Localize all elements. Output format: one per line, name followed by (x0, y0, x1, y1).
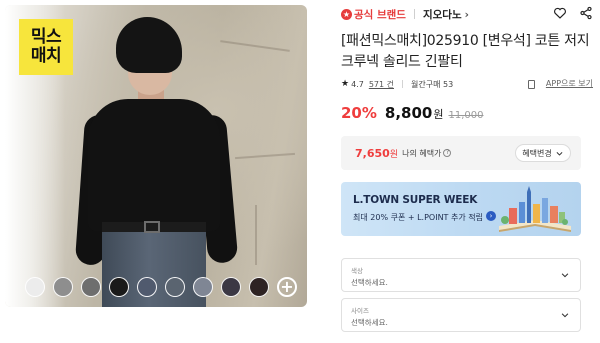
chevron-down-icon (561, 273, 569, 278)
original-price: 11,000 (448, 110, 484, 121)
official-brand-icon: ★ (341, 8, 352, 20)
color-swatch-4[interactable] (109, 277, 129, 297)
color-swatch-6[interactable] (165, 277, 185, 297)
color-swatch-8[interactable] (221, 277, 241, 297)
banner-subtitle: 최대 20% 쿠폰 + L.POINT 추가 적립 (353, 213, 483, 222)
size-select[interactable]: 사이즈 선택하세요. (341, 298, 581, 332)
my-benefit-box: 7,650 원 나의 혜택가 ? 혜택변경 (341, 136, 581, 170)
divider (413, 9, 415, 19)
size-select-value: 선택하세요. (351, 318, 388, 327)
review-count-link[interactable]: 571 건 (369, 79, 394, 90)
top-actions (553, 6, 593, 20)
monthly-sales: 월간구매 53 (411, 79, 454, 89)
change-benefit-label: 혜택변경 (522, 148, 552, 158)
benefit-price: 7,650 (355, 146, 390, 160)
store-name: 지오다노 (422, 8, 462, 21)
change-benefit-button[interactable]: 혜택변경 (515, 144, 571, 162)
size-select-label: 사이즈 (351, 307, 369, 315)
star-icon: ★ (341, 79, 350, 89)
brand-row: ★ 공식 브랜드 지오다노 › (341, 6, 593, 22)
color-select-label: 색상 (351, 267, 363, 275)
share-icon[interactable] (579, 6, 593, 20)
discount-rate: 20% (341, 104, 377, 122)
color-swatches: + (25, 277, 297, 297)
color-swatch-5[interactable] (137, 277, 157, 297)
mix-match-badge: 믹스 매치 (19, 19, 73, 75)
price-row: 20% 8,800 원 11,000 (341, 104, 483, 122)
chevron-down-icon (556, 151, 563, 156)
color-select[interactable]: 색상 선택하세요. (341, 258, 581, 292)
view-in-app-link[interactable]: APP으로 보기 (546, 78, 593, 89)
model-buckle (144, 221, 160, 233)
product-image[interactable]: 믹스 매치 + (5, 5, 307, 307)
heart-icon[interactable] (553, 6, 567, 20)
badge-line-1: 믹스 (30, 27, 62, 47)
city-book-illustration (499, 186, 571, 232)
color-swatch-3[interactable] (81, 277, 101, 297)
color-swatch-7[interactable] (193, 277, 213, 297)
model-hair (116, 17, 182, 73)
product-title: [패션믹스매치]025910 [변우석] 코튼 저지 크루넥 솔리드 긴팔티 (341, 33, 590, 70)
chevron-down-icon (561, 313, 569, 318)
color-swatch-1[interactable] (25, 277, 45, 297)
currency-unit: 원 (433, 108, 444, 121)
phone-icon (528, 80, 535, 89)
chevron-right-icon: › (464, 8, 469, 21)
promo-banner[interactable]: L.TOWN SUPER WEEK 최대 20% 쿠폰 + L.POINT 추가… (341, 182, 581, 236)
banner-title: L.TOWN SUPER WEEK (353, 194, 478, 206)
benefit-label: 나의 혜택가 (402, 148, 442, 158)
rating-value: 4.7 (351, 79, 364, 89)
color-swatch-2[interactable] (53, 277, 73, 297)
wall-crack (235, 152, 295, 160)
divider (402, 80, 403, 88)
more-colors-button[interactable]: + (277, 277, 297, 297)
color-swatch-9[interactable] (249, 277, 269, 297)
model-torso (88, 99, 220, 231)
benefit-currency: 원 (389, 149, 399, 160)
info-icon[interactable]: ? (443, 149, 452, 157)
store-link[interactable]: 지오다노 › (423, 7, 469, 22)
product-info: ★ 공식 브랜드 지오다노 › [패션믹스매치]025910 [변우석] 코튼 저… (341, 0, 593, 343)
official-brand-label: 공식 브랜드 (354, 8, 406, 21)
color-select-value: 선택하세요. (351, 278, 388, 287)
model-figure (74, 17, 240, 307)
wall-crack (255, 205, 257, 265)
badge-line-2: 매치 (30, 46, 62, 66)
sale-price: 8,800 (384, 104, 433, 122)
rating-row: ★ 4.7 571 건 월간구매 53 APP으로 보기 (341, 78, 593, 90)
